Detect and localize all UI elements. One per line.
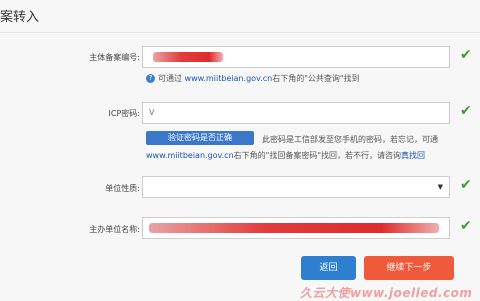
icp-password-label: ICP密码:	[108, 109, 140, 118]
icp-password-input[interactable]: V	[142, 102, 450, 124]
watermark: 久云大使www.joelled.com	[300, 286, 473, 300]
chevron-down-icon: ▼	[437, 183, 443, 191]
check-icon: ✔	[460, 103, 472, 119]
icp-password-value: V	[149, 108, 155, 117]
next-step-button[interactable]: 继续下一步	[364, 256, 454, 280]
sponsor-name-label: 主办单位名称:	[89, 225, 140, 234]
redaction-mark	[149, 223, 439, 233]
sponsor-name-input[interactable]	[142, 217, 450, 239]
unit-type-label: 单位性质:	[105, 184, 140, 193]
title-divider	[0, 32, 480, 33]
redaction-mark	[153, 52, 223, 62]
info-icon: ?	[146, 74, 155, 83]
check-icon: ✔	[460, 47, 472, 63]
icp-password-hint-2: www.miitbeian.gov.cn右下角的"找回备案密码"找回，若不行，请…	[146, 151, 426, 160]
check-icon: ✔	[460, 177, 472, 193]
verify-password-button[interactable]: 验证密码是否正确	[146, 131, 254, 145]
page-title: 案转入	[0, 10, 40, 25]
recover-link[interactable]: 真找回	[401, 151, 425, 160]
icp-password-hint: 此密码是工信部发至您手机的密码，若忘记，可通	[262, 135, 438, 144]
subject-no-input[interactable]	[142, 46, 450, 68]
subject-no-label: 主体备案编号:	[89, 53, 140, 62]
back-button[interactable]: 返回	[301, 256, 356, 280]
miitbeian-link[interactable]: www.miitbeian.gov.cn	[146, 151, 234, 160]
miitbeian-link[interactable]: www.miitbeian.gov.cn	[185, 74, 273, 83]
unit-type-select[interactable]: ▼	[142, 176, 450, 198]
subject-no-hint: ? 可通过 www.miitbeian.gov.cn右下角的"公共查询"找到	[146, 73, 360, 84]
check-icon: ✔	[460, 218, 472, 234]
